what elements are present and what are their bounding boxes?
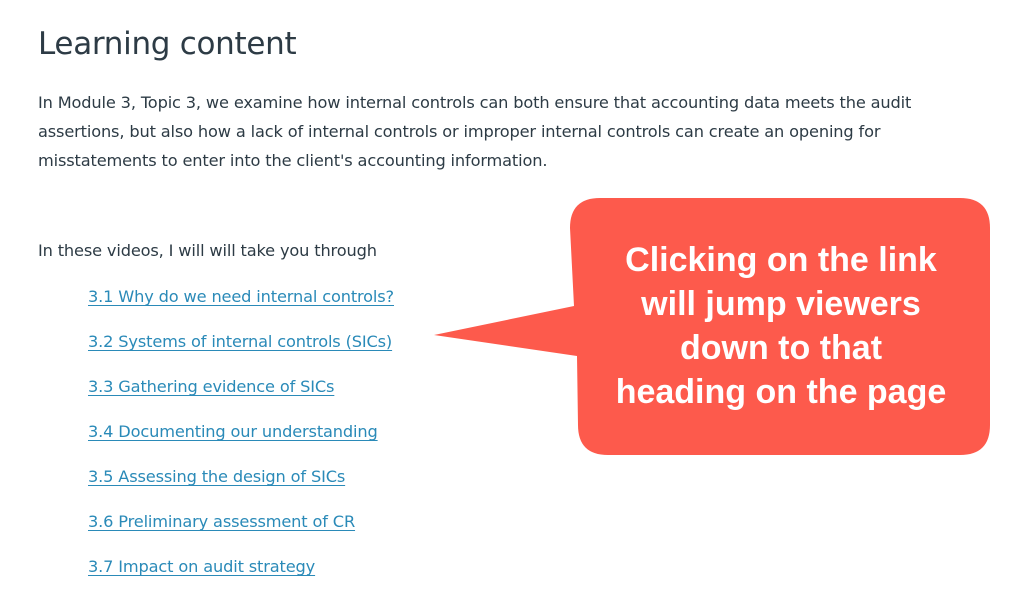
lead-text: In these videos, I will will take you th… xyxy=(38,241,377,260)
toc-link-3-6[interactable]: 3.6 Preliminary assessment of CR xyxy=(88,512,355,531)
toc-link-3-1[interactable]: 3.1 Why do we need internal controls? xyxy=(88,287,394,306)
page-title: Learning content xyxy=(38,26,297,62)
toc-item: 3.4 Documenting our understanding xyxy=(88,417,394,462)
table-of-contents: 3.1 Why do we need internal controls? 3.… xyxy=(88,282,394,597)
toc-item: 3.7 Impact on audit strategy xyxy=(88,552,394,597)
toc-link-3-7[interactable]: 3.7 Impact on audit strategy xyxy=(88,557,315,576)
toc-link-3-5[interactable]: 3.5 Assessing the design of SICs xyxy=(88,467,345,486)
callout-line: will jump viewers xyxy=(641,285,921,323)
callout-line: down to that xyxy=(679,329,883,367)
toc-link-3-2[interactable]: 3.2 Systems of internal controls (SICs) xyxy=(88,332,392,351)
toc-item: 3.1 Why do we need internal controls? xyxy=(88,282,394,327)
toc-link-3-3[interactable]: 3.3 Gathering evidence of SICs xyxy=(88,377,334,396)
toc-item: 3.6 Preliminary assessment of CR xyxy=(88,507,394,552)
toc-item: 3.3 Gathering evidence of SICs xyxy=(88,372,394,417)
toc-item: 3.2 Systems of internal controls (SICs) xyxy=(88,327,394,372)
callout-line: heading on the page xyxy=(615,373,947,411)
toc-item: 3.5 Assessing the design of SICs xyxy=(88,462,394,507)
callout-line: Clicking on the link xyxy=(625,241,937,279)
callout-text: Clicking on the link will jump viewers d… xyxy=(572,238,990,414)
toc-link-3-4[interactable]: 3.4 Documenting our understanding xyxy=(88,422,378,441)
intro-paragraph: In Module 3, Topic 3, we examine how int… xyxy=(38,93,912,170)
